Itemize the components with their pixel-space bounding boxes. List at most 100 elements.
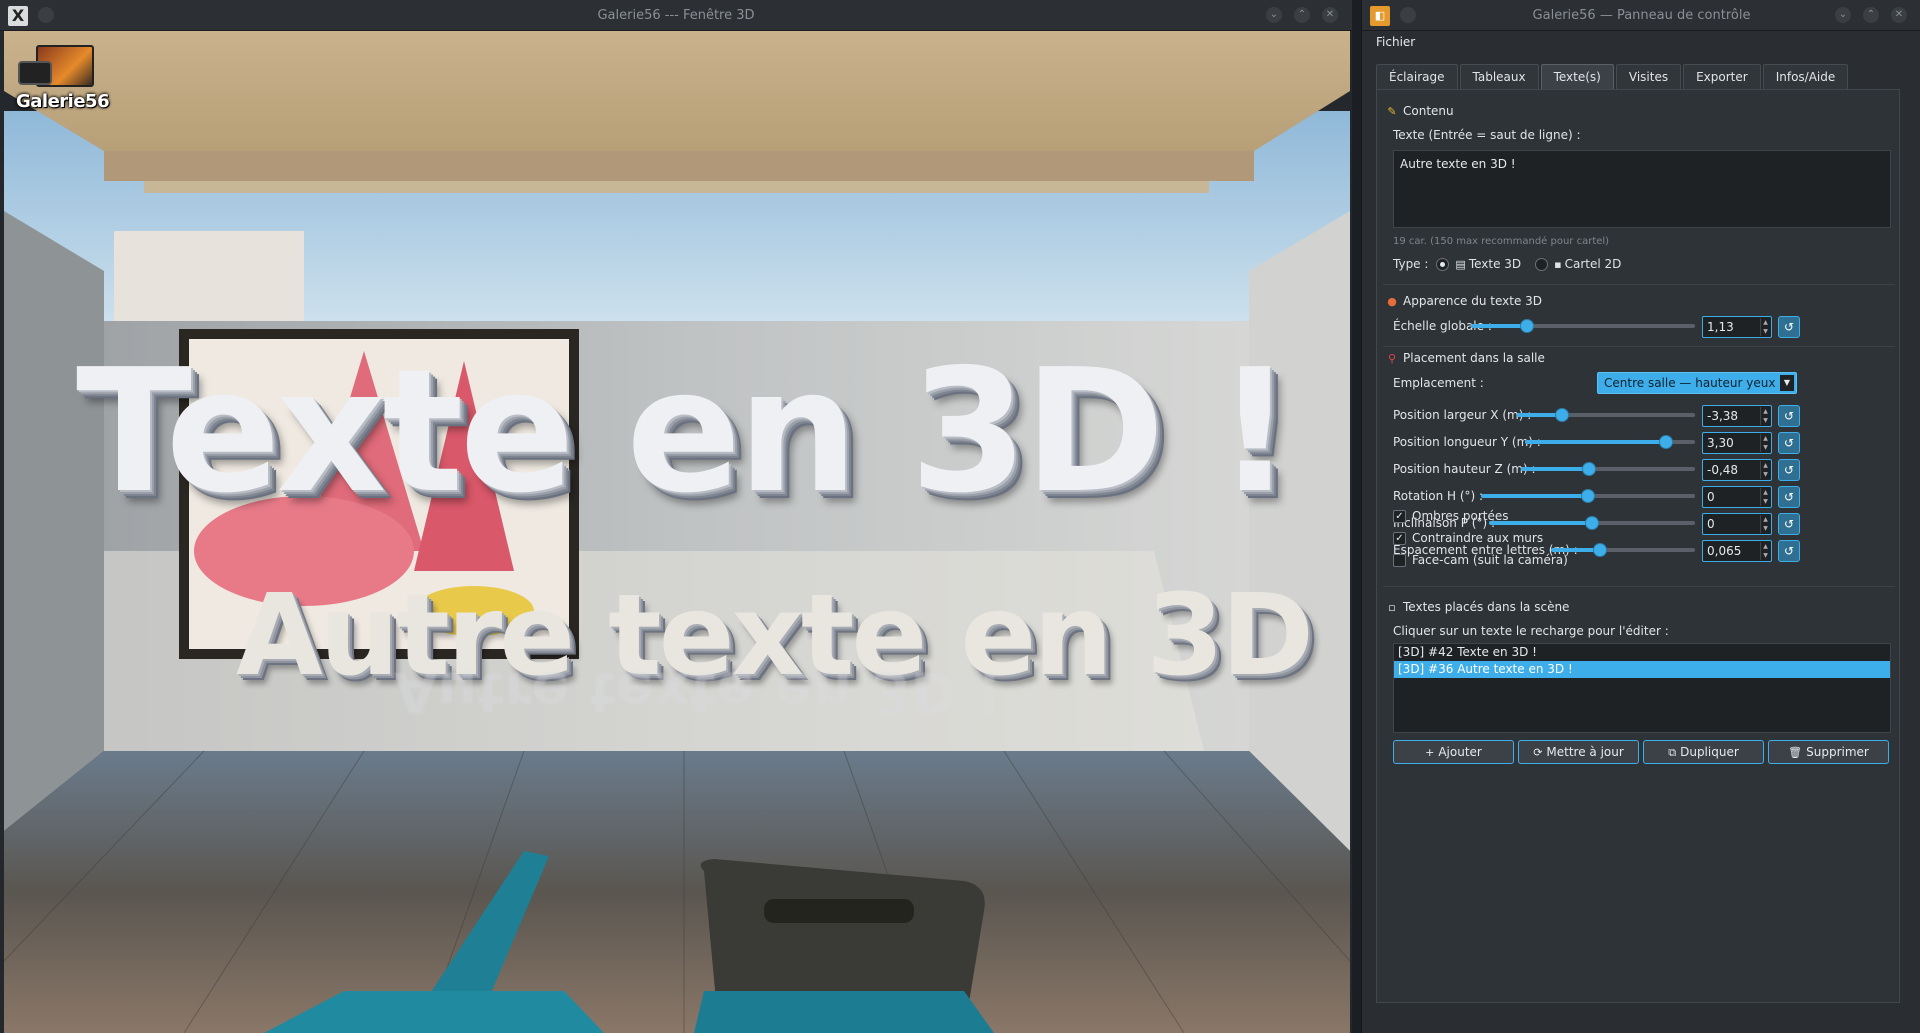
checkbox-row[interactable]: ✓ Contraindre aux murs	[1393, 531, 1543, 545]
minimize-icon[interactable]: ⌄	[1835, 7, 1851, 23]
tab-infos-aide[interactable]: Infos/Aide	[1762, 64, 1849, 89]
menu-fichier[interactable]: Fichier	[1376, 35, 1415, 49]
slider-knob[interactable]	[1585, 516, 1599, 530]
checkbox[interactable]: ✓	[1393, 531, 1406, 545]
placement-reset-button[interactable]: ↺	[1778, 486, 1800, 508]
placement-reset-button[interactable]: ↺	[1778, 540, 1800, 562]
placement-reset-button[interactable]: ↺	[1778, 513, 1800, 535]
scale-spinbox[interactable]: 1,13 ▲ ▼	[1702, 316, 1772, 338]
placement-field-label: Position hauteur Z (m) :	[1393, 462, 1536, 476]
checkbox-label: Face-cam (suit la caméra)	[1412, 553, 1568, 567]
placement-reset-button[interactable]: ↺	[1778, 432, 1800, 454]
placement-field-label: Position longueur Y (m) :	[1393, 435, 1541, 449]
action-buttons: + Ajouter ⟳ Mettre à jour ⧉ Dupliquer 🗑 Supp…	[1393, 740, 1889, 764]
tab-tableaux[interactable]: Tableaux	[1459, 64, 1539, 89]
tab-textes[interactable]: Texte(s)	[1540, 64, 1614, 89]
list-icon: ▫	[1388, 601, 1396, 614]
placed-texts-list[interactable]: [3D] #42 Texte en 3D ! [3D] #36 Autre te…	[1393, 643, 1891, 733]
radio-texte-3d-label[interactable]: Texte 3D	[1469, 257, 1521, 271]
checkbox-row[interactable]: Face-cam (suit la caméra)	[1393, 553, 1568, 567]
placement-spinbox[interactable]: -0,48 ▲ ▼	[1702, 459, 1772, 481]
checkbox-label: Contraindre aux murs	[1412, 531, 1544, 545]
list-item[interactable]: [3D] #42 Texte en 3D !	[1394, 644, 1890, 661]
plus-icon: +	[1425, 746, 1435, 759]
close-icon[interactable]: ✕	[1322, 7, 1338, 23]
tab-eclairage[interactable]: Éclairage	[1376, 64, 1458, 89]
menubar: Fichier	[1362, 31, 1920, 53]
delete-button[interactable]: 🗑 Supprimer	[1768, 740, 1889, 764]
placement-slider[interactable]	[1521, 462, 1695, 476]
divider	[1383, 284, 1895, 285]
placement-spinbox[interactable]: 0 ▲ ▼	[1702, 513, 1772, 535]
char-count-hint: 19 car. (150 max recommandé pour cartel)	[1393, 236, 1610, 247]
tab-exporter[interactable]: Exporter	[1683, 64, 1761, 89]
location-label: Emplacement :	[1393, 376, 1484, 390]
duplicate-button[interactable]: ⧉ Dupliquer	[1643, 740, 1764, 764]
viewport-titlebar[interactable]: X Galerie56 --- Fenêtre 3D ⌄ ⌃ ✕	[0, 0, 1352, 31]
pencil-icon: ✎	[1387, 105, 1397, 118]
slider-fill	[1525, 440, 1666, 444]
maximize-icon[interactable]: ⌃	[1863, 7, 1879, 23]
placement-reset-button[interactable]: ↺	[1778, 459, 1800, 481]
placement-field-label: Rotation H (°) :	[1393, 489, 1484, 503]
placement-slider[interactable]	[1525, 435, 1695, 449]
divider	[1383, 346, 1895, 347]
slider-knob[interactable]	[1593, 543, 1607, 557]
logo-text: Galerie56	[16, 91, 110, 112]
placement-slider[interactable]	[1517, 408, 1695, 422]
scale-slider[interactable]	[1471, 319, 1695, 333]
text-3d-icon: ▤	[1455, 257, 1466, 271]
placement-reset-button[interactable]: ↺	[1778, 405, 1800, 427]
minimize-icon[interactable]: ⌄	[1266, 7, 1282, 23]
radio-cartel-2d-label[interactable]: Cartel 2D	[1565, 257, 1622, 271]
tab-visites[interactable]: Visites	[1615, 64, 1682, 89]
add-button[interactable]: + Ajouter	[1393, 740, 1514, 764]
viewport-window: X Galerie56 --- Fenêtre 3D ⌄ ⌃ ✕ Galerie…	[0, 0, 1352, 1033]
panel-titlebar[interactable]: ◧ Galerie56 — Panneau de contrôle ⌄ ⌃ ✕	[1362, 0, 1920, 31]
radio-cartel-2d[interactable]	[1535, 257, 1549, 271]
cartel-icon: ▪	[1554, 257, 1562, 271]
slider-knob[interactable]	[1582, 462, 1596, 476]
placement-slider[interactable]	[1489, 516, 1695, 530]
palette-icon: ●	[1387, 295, 1397, 308]
slider-fill	[1521, 467, 1589, 471]
copy-icon: ⧉	[1668, 746, 1677, 759]
placement-slider[interactable]	[1481, 489, 1695, 503]
location-combobox[interactable]: Centre salle — hauteur yeux ▼	[1597, 372, 1797, 394]
refresh-icon: ⟳	[1533, 746, 1543, 759]
apparence-header: ● Apparence du texte 3D	[1385, 294, 1542, 308]
placement-spinbox[interactable]: -3,38 ▲ ▼	[1702, 405, 1772, 427]
slider-knob[interactable]	[1555, 408, 1569, 422]
scale-reset-button[interactable]: ↺	[1778, 316, 1800, 338]
trash-icon: 🗑	[1788, 746, 1803, 759]
slider-knob[interactable]	[1520, 319, 1534, 333]
maximize-icon[interactable]: ⌃	[1294, 7, 1310, 23]
scene-3d-text-reflection: Autre texte en 3D !	[394, 659, 1003, 724]
placement-spinbox[interactable]: 0 ▲ ▼	[1702, 486, 1772, 508]
viewport-title: Galerie56 --- Fenêtre 3D	[597, 8, 755, 23]
slider-knob[interactable]	[1659, 435, 1673, 449]
placement-header: ⚲ Placement dans la salle	[1385, 351, 1545, 365]
checkbox[interactable]: ✓	[1393, 509, 1406, 523]
3d-scene[interactable]: Galerie56 Texte en 3D ! Autre texte en 3…	[4, 31, 1350, 1033]
slider-fill	[1471, 324, 1527, 328]
galerie56-logo: Galerie56	[12, 43, 110, 115]
placement-spinbox[interactable]: 3,30 ▲ ▼	[1702, 432, 1772, 454]
close-icon[interactable]: ✕	[1891, 7, 1907, 23]
slider-knob[interactable]	[1581, 489, 1595, 503]
scene-3d-text-main[interactable]: Texte en 3D !	[76, 333, 1294, 531]
placement-spinbox[interactable]: 0,065 ▲ ▼	[1702, 540, 1772, 562]
placement-field-label: Position largeur X (m) :	[1393, 408, 1532, 422]
placement-slider[interactable]	[1551, 543, 1695, 557]
checkbox-row[interactable]: ✓ Ombres portées	[1393, 509, 1509, 523]
chevron-down-icon: ▼	[1780, 375, 1794, 391]
list-item[interactable]: [3D] #36 Autre texte en 3D !	[1394, 661, 1890, 678]
checkbox-label: Ombres portées	[1412, 509, 1509, 523]
checkbox[interactable]	[1393, 553, 1406, 567]
update-button[interactable]: ⟳ Mettre à jour	[1518, 740, 1639, 764]
control-panel-window: ◧ Galerie56 — Panneau de contrôle ⌄ ⌃ ✕ …	[1361, 0, 1920, 1033]
slider-fill	[1481, 494, 1588, 498]
radio-texte-3d[interactable]	[1436, 257, 1450, 271]
text-input[interactable]: Autre texte en 3D !	[1393, 150, 1891, 228]
textes-tab-pane: ✎ Contenu Texte (Entrée = saut de ligne) …	[1376, 89, 1900, 1003]
